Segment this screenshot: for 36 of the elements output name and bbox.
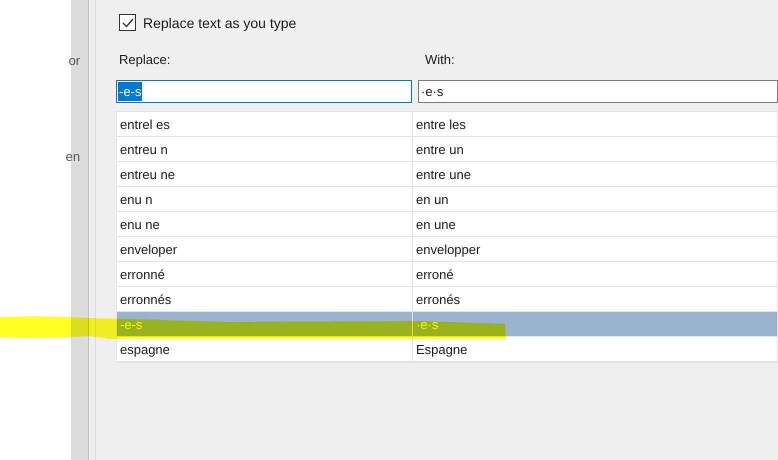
with-field[interactable]: ·e·s — [418, 80, 778, 103]
list-row[interactable]: erronné erroné — [117, 262, 777, 287]
table-cell: entrel es — [117, 112, 413, 136]
replace-field[interactable]: -e-s — [116, 80, 412, 103]
table-cell: enu ne — [117, 212, 413, 236]
list-row[interactable]: enveloper envelopper — [117, 237, 777, 262]
table-cell-text: entre un — [415, 140, 465, 158]
list-row[interactable]: entreu n entre un — [117, 137, 777, 162]
table-cell: enveloper — [117, 237, 413, 261]
truncated-label: en — [66, 149, 80, 164]
table-cell-text: Espagne — [415, 340, 468, 359]
list-row[interactable]: enu n en un — [117, 187, 777, 212]
truncated-label: or — [68, 53, 80, 68]
list-row[interactable]: entrel es entre les — [117, 112, 777, 137]
list-row[interactable]: entreu ne entre une — [117, 162, 777, 187]
list-row[interactable]: espagne Espagne — [117, 337, 777, 362]
list-row[interactable]: enu ne en une — [117, 212, 777, 237]
check-icon — [122, 18, 134, 28]
table-cell-text: ·e·s — [415, 316, 440, 334]
table-cell-text: entre une — [415, 166, 472, 184]
table-cell-text: erronés — [415, 290, 462, 308]
checkbox-label: Replace text as you type — [143, 14, 296, 30]
table-cell: erronnés — [117, 287, 413, 311]
table-cell: entreu ne — [117, 162, 413, 186]
table-cell-text: entre les — [415, 116, 467, 134]
table-cell: entreu n — [117, 137, 413, 161]
table-cell: erronné — [117, 262, 413, 286]
checkbox[interactable] — [119, 14, 136, 31]
table-cell-text: en un — [415, 190, 450, 208]
table-cell-text: envelopper — [415, 240, 482, 259]
list-row[interactable]: erronnés erronés — [117, 287, 777, 312]
table-cell: enu n — [117, 187, 413, 211]
table-cell-text: erroné — [415, 266, 455, 284]
table-cell-text: en une — [415, 216, 457, 234]
column-header: Replace: — [118, 52, 172, 69]
column-header: With: — [424, 52, 456, 69]
